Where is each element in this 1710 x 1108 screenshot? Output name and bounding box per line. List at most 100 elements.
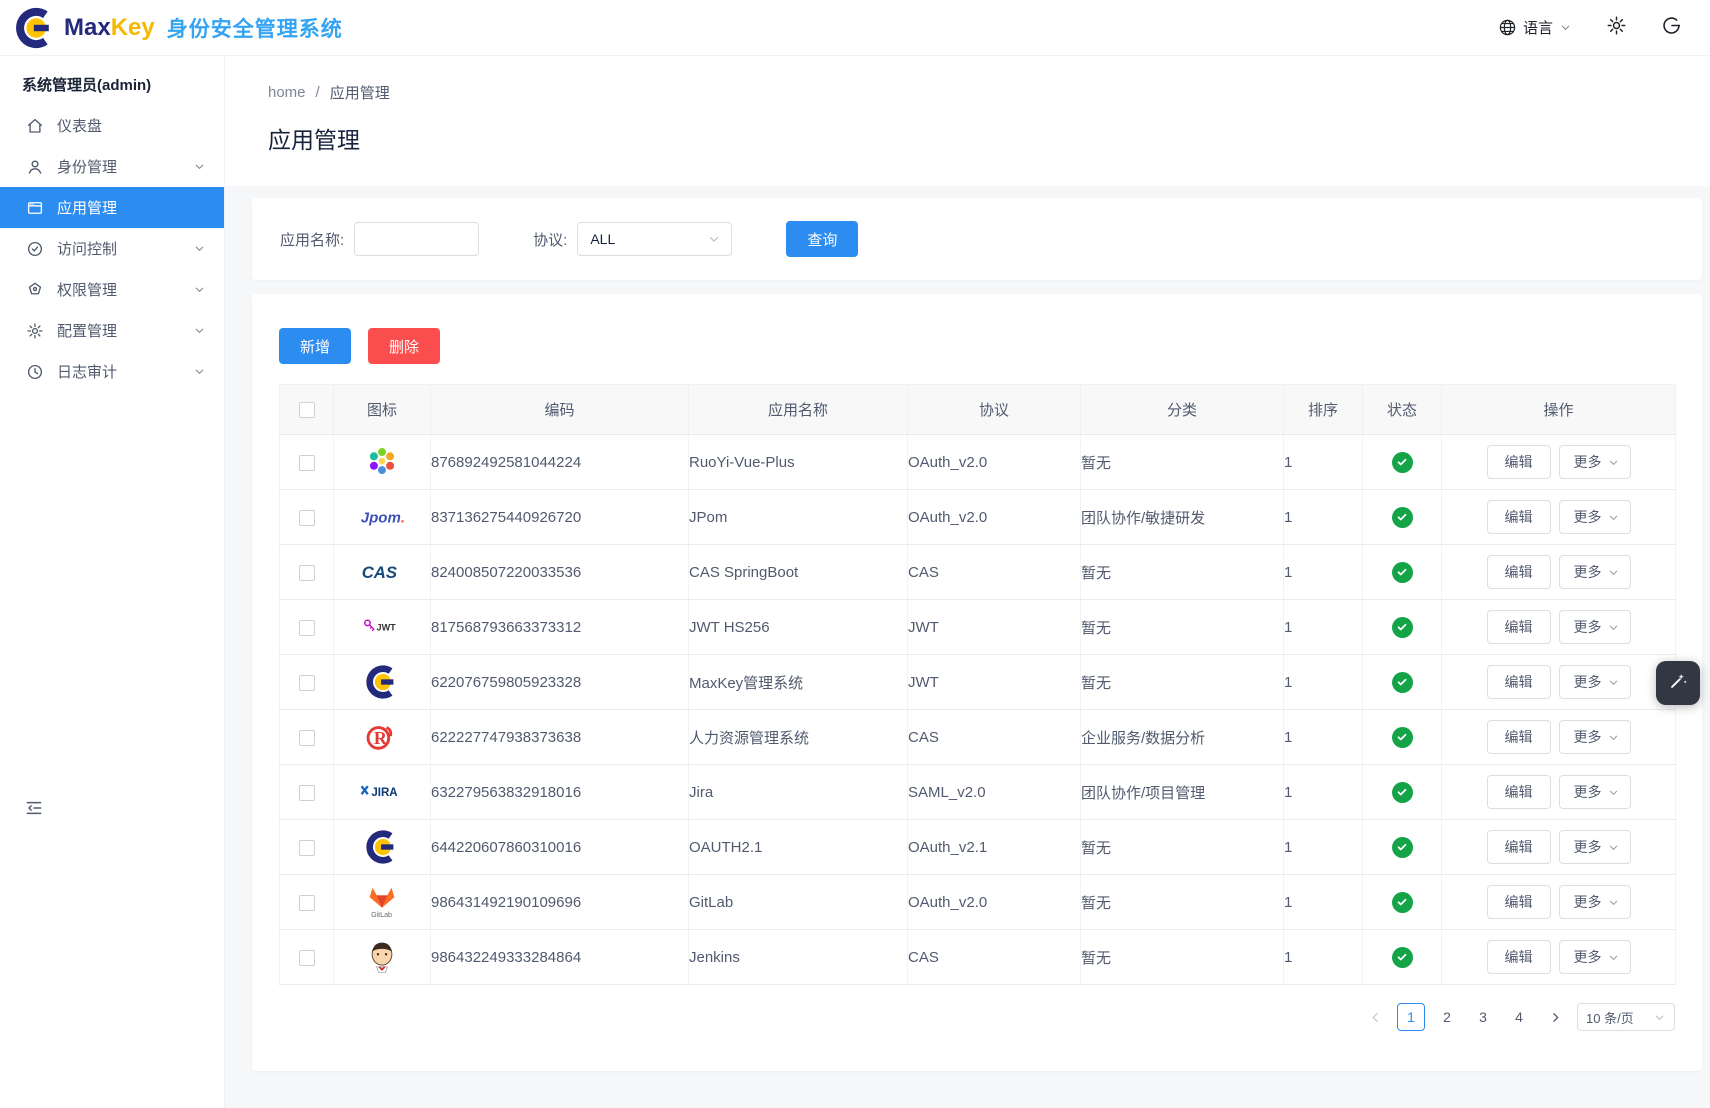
ruoyi-logo [363, 443, 401, 481]
row-checkbox[interactable] [299, 455, 315, 471]
edit-button[interactable]: 编辑 [1487, 720, 1551, 754]
cas-logo: CAS [360, 560, 404, 584]
delete-button[interactable]: 删除 [368, 328, 440, 364]
more-button[interactable]: 更多 [1559, 665, 1631, 699]
edit-button[interactable]: 编辑 [1487, 665, 1551, 699]
protocol-select-value: ALL [590, 231, 615, 247]
sidebar-item-identity[interactable]: 身份管理 [0, 146, 224, 187]
row-checkbox[interactable] [299, 675, 315, 691]
edit-button[interactable]: 编辑 [1487, 885, 1551, 919]
app-protocol: CAS [908, 930, 1081, 985]
sidebar-item-permission[interactable]: 权限管理 [0, 269, 224, 310]
globe-icon [1498, 18, 1517, 37]
floating-tool-button[interactable] [1656, 661, 1700, 705]
status-enabled-icon [1392, 727, 1413, 748]
audit-icon [26, 363, 44, 381]
svg-text:GitLab: GitLab [371, 911, 392, 919]
svg-text:CAS: CAS [362, 563, 397, 582]
breadcrumb-home[interactable]: home [268, 84, 306, 101]
app-sort: 1 [1284, 875, 1363, 930]
more-button[interactable]: 更多 [1559, 500, 1631, 534]
sidebar-item-apps[interactable]: 应用管理 [0, 187, 224, 228]
app-protocol: CAS [908, 710, 1081, 765]
app-category: 团队协作/项目管理 [1081, 765, 1284, 820]
app-sort: 1 [1284, 765, 1363, 820]
page-button-1[interactable]: 1 [1397, 1003, 1425, 1031]
more-button[interactable]: 更多 [1559, 610, 1631, 644]
sidebar-item-audit[interactable]: 日志审计 [0, 351, 224, 392]
more-button[interactable]: 更多 [1559, 830, 1631, 864]
edit-button[interactable]: 编辑 [1487, 775, 1551, 809]
logout-button[interactable] [1661, 15, 1682, 40]
table-row: 876892492581044224RuoYi-Vue-PlusOAuth_v2… [280, 435, 1676, 490]
jpom-logo: Jpom. [359, 504, 405, 530]
toolbar: 新增 删除 [279, 328, 1675, 364]
table-header-row: 图标 编码 应用名称 协议 分类 排序 状态 操作 [280, 385, 1676, 435]
svg-text:R: R [374, 728, 388, 748]
column-header-sort: 排序 [1284, 385, 1363, 435]
page-button-2[interactable]: 2 [1433, 1003, 1461, 1031]
page-button-4[interactable]: 4 [1505, 1003, 1533, 1031]
language-switcher[interactable]: 语言 [1498, 17, 1572, 38]
sidebar-collapse-button[interactable] [24, 798, 44, 818]
more-button[interactable]: 更多 [1559, 775, 1631, 809]
magic-wand-icon [1667, 670, 1689, 697]
chevron-down-icon [1607, 621, 1620, 634]
header-actions: 语言 [1498, 15, 1682, 40]
row-checkbox[interactable] [299, 785, 315, 801]
app-code: 986431492190109696 [431, 875, 689, 930]
add-button[interactable]: 新增 [279, 328, 351, 364]
edit-button[interactable]: 编辑 [1487, 445, 1551, 479]
next-page-button[interactable] [1541, 1003, 1569, 1031]
edit-button[interactable]: 编辑 [1487, 830, 1551, 864]
chevron-down-icon [193, 242, 206, 255]
row-checkbox[interactable] [299, 840, 315, 856]
gear-icon [1606, 15, 1627, 40]
edit-button[interactable]: 编辑 [1487, 610, 1551, 644]
page-title: 应用管理 [268, 121, 1710, 155]
protocol-label: 协议: [533, 229, 567, 250]
status-enabled-icon [1392, 892, 1413, 913]
select-all-checkbox[interactable] [299, 402, 315, 418]
app-protocol: OAuth_v2.0 [908, 490, 1081, 545]
app-protocol: OAuth_v2.1 [908, 820, 1081, 875]
search-button[interactable]: 查询 [786, 221, 858, 257]
pagination: 1234 10 条/页 [279, 1003, 1675, 1031]
dashboard-icon [26, 117, 44, 135]
sidebar-item-config[interactable]: 配置管理 [0, 310, 224, 351]
row-checkbox[interactable] [299, 620, 315, 636]
chevron-down-icon [193, 365, 206, 378]
settings-button[interactable] [1606, 15, 1627, 40]
svg-text:JWT: JWT [377, 623, 397, 633]
prev-page-button[interactable] [1361, 1003, 1389, 1031]
edit-button[interactable]: 编辑 [1487, 940, 1551, 974]
edit-button[interactable]: 编辑 [1487, 555, 1551, 589]
app-name: RuoYi-Vue-Plus [689, 435, 908, 490]
app-category: 暂无 [1081, 820, 1284, 875]
row-checkbox[interactable] [299, 730, 315, 746]
edit-button[interactable]: 编辑 [1487, 500, 1551, 534]
more-button[interactable]: 更多 [1559, 445, 1631, 479]
more-button[interactable]: 更多 [1559, 555, 1631, 589]
applications-table: 图标 编码 应用名称 协议 分类 排序 状态 操作 87689249258104… [279, 384, 1676, 985]
row-checkbox[interactable] [299, 565, 315, 581]
row-checkbox[interactable] [299, 895, 315, 911]
table-row: CAS824008507220033536CAS SpringBootCAS暂无… [280, 545, 1676, 600]
sidebar-item-label: 应用管理 [57, 197, 206, 218]
row-checkbox[interactable] [299, 510, 315, 526]
more-button[interactable]: 更多 [1559, 720, 1631, 754]
row-checkbox[interactable] [299, 950, 315, 966]
chevron-down-icon [1607, 841, 1620, 854]
app-protocol: JWT [908, 655, 1081, 710]
app-name: 人力资源管理系统 [689, 710, 908, 765]
app-protocol: JWT [908, 600, 1081, 655]
more-button[interactable]: 更多 [1559, 940, 1631, 974]
jwt-logo: JWT [361, 617, 403, 637]
page-size-select[interactable]: 10 条/页 [1577, 1003, 1675, 1031]
sidebar-item-dashboard[interactable]: 仪表盘 [0, 105, 224, 146]
protocol-select[interactable]: ALL [577, 222, 732, 256]
page-button-3[interactable]: 3 [1469, 1003, 1497, 1031]
sidebar-item-access[interactable]: 访问控制 [0, 228, 224, 269]
app-name-input[interactable] [354, 222, 479, 256]
more-button[interactable]: 更多 [1559, 885, 1631, 919]
